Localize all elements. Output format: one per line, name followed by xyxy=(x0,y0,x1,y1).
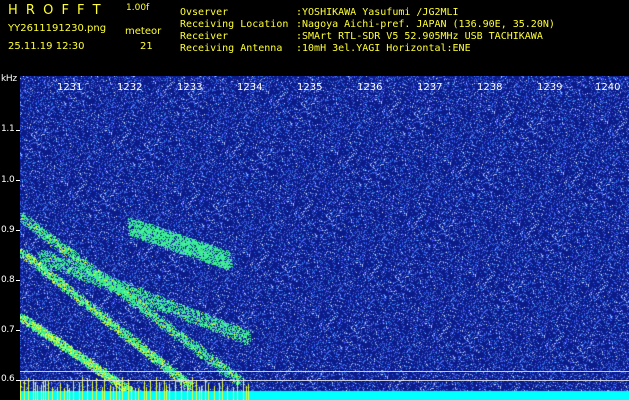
x-tick-label: 1240 xyxy=(595,82,621,93)
x-tick-label: 1231 xyxy=(57,82,83,93)
y-tick-label: 1.1 xyxy=(1,124,15,134)
meteor-count: 21 xyxy=(140,41,153,52)
info-label-location: Receiving Location xyxy=(180,19,289,30)
x-tick-label: 1235 xyxy=(297,82,323,93)
info-value-receiver: :SMArt RTL-SDR V5 52.905MHz USB TACHIKAW… xyxy=(296,31,543,42)
mode-label: meteor xyxy=(125,26,162,37)
y-tick-label: 0.8 xyxy=(1,275,15,285)
y-tick-label: 1.0 xyxy=(1,175,15,185)
x-tick-label: 1232 xyxy=(117,82,143,93)
info-label-antenna: Receiving Antenna xyxy=(180,43,283,54)
version-label: 1.00f xyxy=(126,3,150,13)
y-axis-unit: kHz xyxy=(1,74,17,84)
x-tick-label: 1234 xyxy=(237,82,263,93)
y-tick-mark xyxy=(16,130,20,131)
y-tick-label: 0.6 xyxy=(1,374,15,384)
header-panel: H R O F F T 1.00f YY2611191230.png meteo… xyxy=(0,0,629,72)
info-label-observer: Ovserver xyxy=(180,7,229,18)
spectrogram-canvas xyxy=(20,76,629,400)
y-tick-label: 0.9 xyxy=(1,225,15,235)
filename-label: YY2611191230.png xyxy=(8,23,107,34)
y-tick-label: 0.7 xyxy=(1,325,15,335)
reference-line xyxy=(20,380,629,381)
x-tick-label: 1233 xyxy=(177,82,203,93)
info-value-observer: :YOSHIKAWA Yasufumi /JG2MLI xyxy=(296,7,459,18)
x-tick-label: 1239 xyxy=(537,82,563,93)
x-tick-label: 1237 xyxy=(417,82,443,93)
info-value-antenna: :10mH 3el.YAGI Horizontal:ENE xyxy=(296,43,471,54)
x-tick-label: 1236 xyxy=(357,82,383,93)
spectrogram-window: H R O F F T 1.00f YY2611191230.png meteo… xyxy=(0,0,629,400)
y-tick-mark xyxy=(16,180,20,181)
info-label-receiver: Receiver xyxy=(180,31,229,42)
y-tick-mark xyxy=(16,280,20,281)
y-tick-mark xyxy=(16,230,20,231)
y-tick-mark xyxy=(16,330,20,331)
brand-title: H R O F F T xyxy=(8,3,103,18)
x-tick-label: 1238 xyxy=(477,82,503,93)
datetime-label: 25.11.19 12:30 xyxy=(8,41,85,52)
spectrogram-area xyxy=(20,76,629,400)
reference-line xyxy=(20,371,629,372)
info-value-location: :Nagoya Aichi-pref. JAPAN (136.90E, 35.2… xyxy=(296,19,555,30)
